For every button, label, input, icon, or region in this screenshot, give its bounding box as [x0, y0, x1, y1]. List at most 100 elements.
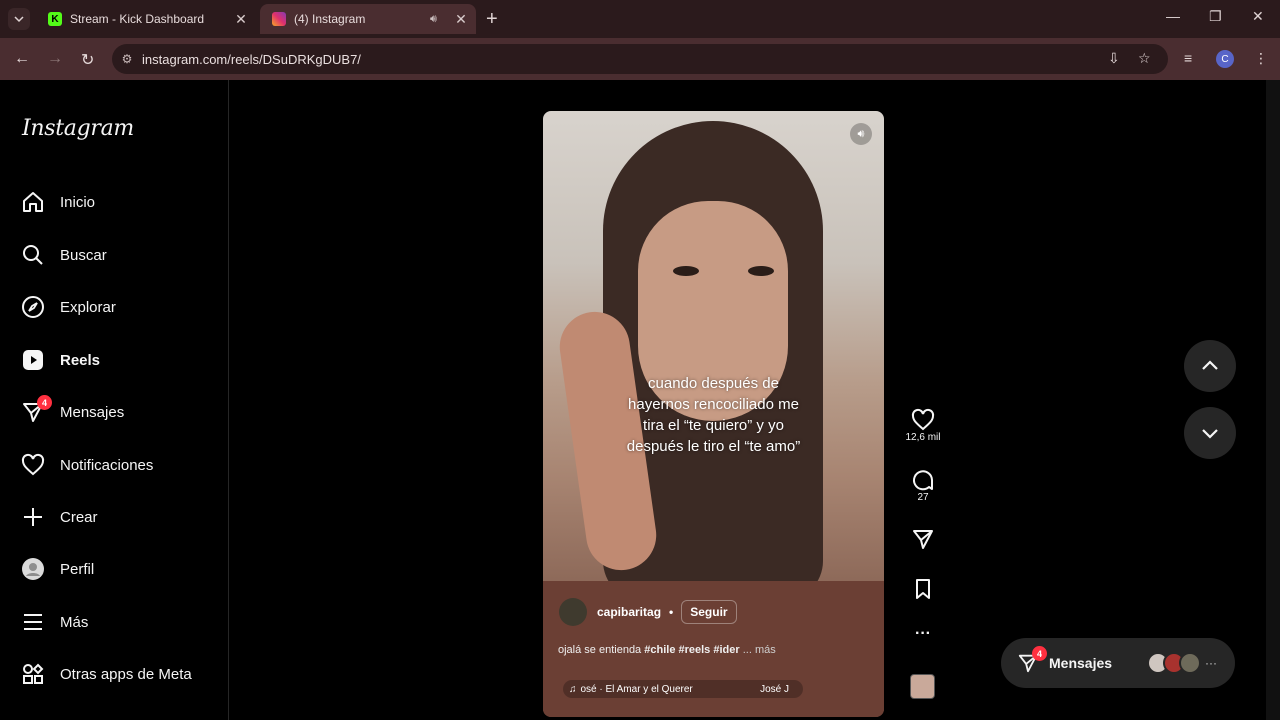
- profile-avatar-icon: [20, 556, 46, 582]
- sidebar-item-otras-apps[interactable]: Otras apps de Meta: [20, 654, 220, 694]
- previous-reel-button[interactable]: [1184, 340, 1236, 392]
- tab-title: (4) Instagram: [294, 12, 366, 26]
- avatar: [1179, 652, 1201, 674]
- messages-pill[interactable]: 4 Mensajes ···: [1001, 638, 1235, 688]
- sidebar-item-label: Reels: [60, 351, 101, 369]
- sidebar-item-perfil[interactable]: Perfil: [20, 549, 220, 589]
- music-note-icon: ♫: [569, 683, 577, 695]
- heart-icon: [911, 408, 935, 431]
- kebab-menu-icon[interactable]: ⋮: [1254, 50, 1268, 67]
- browser-tab-bar: K Stream - Kick Dashboard ✕ (4) Instagra…: [0, 0, 1280, 38]
- sidebar-item-label: Perfil: [60, 560, 95, 578]
- audio-thumbnail[interactable]: [910, 674, 935, 699]
- chevron-up-icon: [1202, 360, 1218, 370]
- notification-badge: 4: [37, 395, 52, 410]
- sidebar-item-label: Buscar: [60, 246, 107, 264]
- audio-artist: José J: [760, 683, 789, 695]
- share-icon: [913, 530, 933, 549]
- audio-track[interactable]: ♫ osé · El Amar y el Querer José J: [563, 680, 803, 698]
- author-username[interactable]: capibaritag: [597, 605, 661, 619]
- media-control-icon[interactable]: ≡: [1184, 50, 1192, 66]
- meta-apps-icon: [20, 661, 46, 687]
- reel-text-overlay: cuando después de hayernos rencociliado …: [543, 373, 884, 457]
- reload-icon[interactable]: ↻: [81, 50, 94, 70]
- speaker-icon[interactable]: 🔊︎: [430, 13, 444, 26]
- reel-video[interactable]: 🔊︎ cuando después de hayernos rencocilia…: [543, 111, 884, 717]
- next-reel-button[interactable]: [1184, 407, 1236, 459]
- more-options-icon[interactable]: ···: [903, 625, 943, 643]
- sidebar-item-label: Mensajes: [60, 403, 125, 421]
- like-button[interactable]: 12,6 mil: [903, 408, 943, 443]
- hashtags[interactable]: #chile #reels #ider: [644, 644, 739, 656]
- page-scrollbar[interactable]: [1266, 80, 1280, 720]
- video-frame-eye: [673, 266, 699, 276]
- save-button[interactable]: [903, 577, 943, 601]
- comment-icon: [913, 470, 933, 491]
- tab-instagram[interactable]: (4) Instagram 🔊︎ ✕: [260, 4, 476, 34]
- browser-profile-avatar[interactable]: C: [1216, 50, 1234, 68]
- bookmark-star-icon[interactable]: ☆: [1138, 50, 1151, 67]
- sidebar-item-label: Más: [60, 613, 89, 631]
- new-tab-button[interactable]: +: [486, 8, 498, 30]
- more-avatars-icon: ···: [1205, 656, 1217, 670]
- comment-button[interactable]: 27: [903, 468, 943, 503]
- sidebar-item-mensajes[interactable]: 4 Mensajes: [20, 392, 220, 432]
- install-app-icon[interactable]: ⇩: [1108, 50, 1120, 67]
- more-link[interactable]: ... más: [743, 644, 776, 656]
- search-icon: [20, 242, 46, 268]
- address-bar[interactable]: ⚙︎ instagram.com/reels/DSuDRKgDUB7/: [112, 44, 1168, 74]
- messenger-icon: 4: [1017, 646, 1047, 674]
- audio-title: osé · El Amar y el Querer: [580, 683, 693, 695]
- tab-title: Stream - Kick Dashboard: [70, 12, 205, 26]
- menu-icon: [20, 609, 46, 635]
- sidebar-item-notificaciones[interactable]: Notificaciones: [20, 445, 220, 485]
- minimize-icon[interactable]: —: [1166, 8, 1180, 24]
- messenger-icon: 4: [20, 395, 52, 425]
- volume-icon[interactable]: 🔊︎: [850, 123, 872, 145]
- overlay-line: cuando después de: [648, 375, 779, 392]
- sidebar-item-crear[interactable]: Crear: [20, 497, 220, 537]
- follow-button[interactable]: Seguir: [681, 600, 737, 624]
- comment-count: 27: [917, 492, 929, 503]
- reels-icon: [20, 347, 46, 373]
- url-text[interactable]: instagram.com/reels/DSuDRKgDUB7/: [142, 52, 361, 67]
- instagram-logo[interactable]: Instagram: [22, 116, 134, 141]
- video-frame-eye: [748, 266, 774, 276]
- instagram-logo-icon: [272, 12, 286, 26]
- sidebar-item-buscar[interactable]: Buscar: [20, 235, 220, 275]
- message-avatars: ···: [1147, 652, 1217, 674]
- author-avatar[interactable]: [559, 598, 587, 626]
- bookmark-icon: [916, 579, 930, 599]
- close-tab-icon[interactable]: ✕: [232, 11, 250, 28]
- notification-badge: 4: [1032, 646, 1047, 661]
- overlay-line: tira el “te quiero” y yo: [643, 417, 784, 434]
- kick-logo-icon: K: [48, 12, 62, 26]
- tab-kick-dashboard[interactable]: K Stream - Kick Dashboard ✕: [36, 4, 256, 34]
- sidebar-item-inicio[interactable]: Inicio: [20, 182, 220, 222]
- caption-text: ojalá se entienda: [558, 644, 642, 656]
- browser-toolbar: ← → ↻ ⚙︎ instagram.com/reels/DSuDRKgDUB7…: [0, 38, 1280, 80]
- site-info-icon[interactable]: ⚙︎: [112, 52, 142, 66]
- sidebar-item-explorar[interactable]: Explorar: [20, 287, 220, 327]
- plus-icon: [20, 504, 46, 530]
- back-icon[interactable]: ←: [14, 50, 30, 68]
- reel-description[interactable]: ojalá se entienda #chile #reels #ider ..…: [558, 644, 776, 656]
- sidebar-item-mas[interactable]: Más: [20, 602, 220, 642]
- tab-search-button[interactable]: [8, 8, 30, 30]
- sidebar-item-reels[interactable]: Reels: [20, 340, 220, 380]
- share-button[interactable]: [903, 527, 943, 551]
- restore-icon[interactable]: ❐: [1209, 8, 1222, 25]
- chevron-down-icon: [1202, 429, 1218, 439]
- close-window-icon[interactable]: ✕: [1252, 8, 1264, 25]
- forward-icon[interactable]: →: [47, 50, 63, 68]
- chevron-down-icon: [14, 16, 24, 23]
- sidebar-item-label: Explorar: [60, 298, 116, 316]
- separator-dot: •: [669, 605, 674, 619]
- overlay-line: hayernos rencociliado me: [628, 396, 799, 413]
- close-tab-icon[interactable]: ✕: [452, 11, 470, 28]
- like-count: 12,6 mil: [905, 432, 941, 443]
- heart-icon: [20, 452, 46, 478]
- home-icon: [20, 189, 46, 215]
- messages-label: Mensajes: [1049, 655, 1113, 671]
- sidebar-item-label: Crear: [60, 508, 98, 526]
